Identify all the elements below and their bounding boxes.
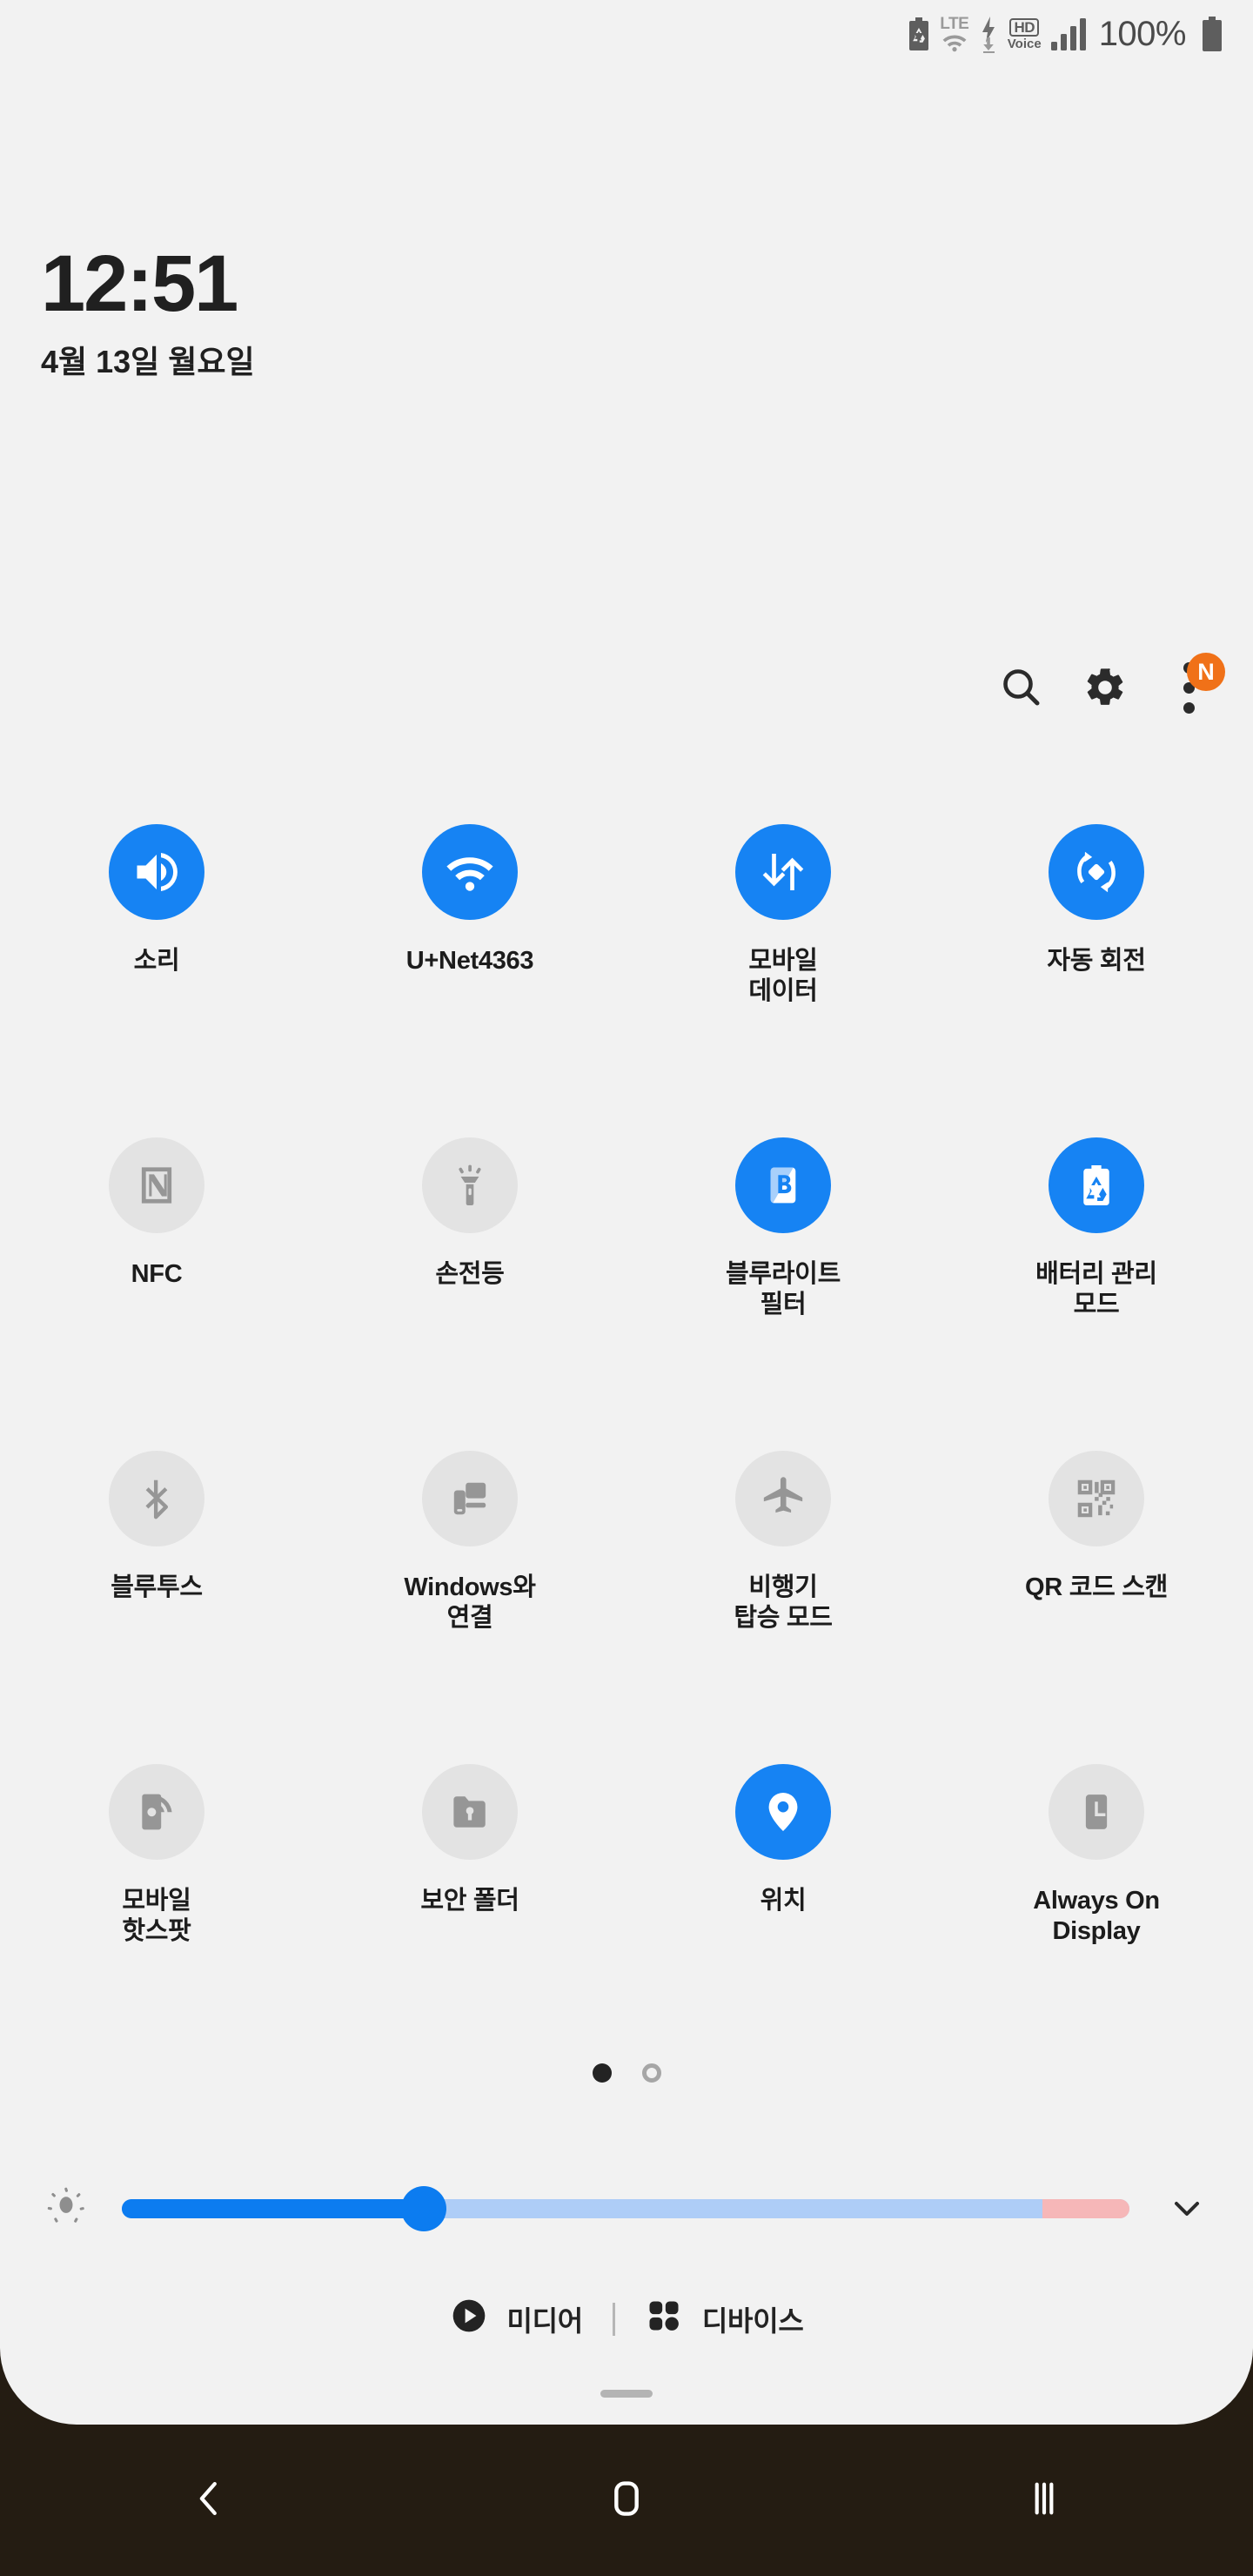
tile-nfc[interactable]: NFC xyxy=(0,1118,313,1432)
tile-blue-light-filter[interactable]: 블루라이트 필터 xyxy=(626,1118,940,1432)
tile-always-on-display[interactable]: Always On Display xyxy=(940,1745,1253,2058)
battery-recycle-icon xyxy=(908,17,930,50)
battery-recycle-icon xyxy=(1049,1137,1144,1233)
status-badge: N xyxy=(1187,653,1225,691)
chevron-down-icon xyxy=(1175,2202,1199,2216)
hotspot-icon xyxy=(109,1764,204,1860)
tile-bluetooth[interactable]: 블루투스 xyxy=(0,1432,313,1745)
brightness-sun-icon xyxy=(26,2169,106,2249)
recents-bars-icon xyxy=(1022,2477,1066,2525)
bluetooth-icon xyxy=(109,1451,204,1546)
tile-label: QR 코드 스캔 xyxy=(1025,1573,1168,1601)
tile-qr-code-scan[interactable]: QR 코드 스캔 xyxy=(940,1432,1253,1745)
secure-folder-icon xyxy=(422,1764,518,1860)
devices-label: 디바이스 xyxy=(701,2305,804,2337)
nav-recents-button[interactable] xyxy=(957,2425,1131,2576)
tile-label: 배터리 관리 모드 xyxy=(1035,1260,1157,1319)
tile-label: 보안 폴더 xyxy=(420,1887,519,1915)
tile-label: U+Net4363 xyxy=(405,947,534,975)
tile-label: 모바일 데이터 xyxy=(748,947,818,1006)
slider-high-zone xyxy=(1042,2199,1129,2218)
quick-settings-grid: 소리 U+Net4363 모바일 데이터 자동 회전 NFC 손전등 블루라이트… xyxy=(0,805,1253,2058)
settings-button[interactable] xyxy=(1063,646,1147,729)
more-options-button[interactable]: N xyxy=(1147,646,1230,729)
volume-up-icon xyxy=(109,824,204,920)
brightness-slider[interactable] xyxy=(122,2186,1129,2231)
hd-voice-icon: HD Voice xyxy=(1007,17,1042,51)
tile-label: Always On Display xyxy=(1033,1887,1160,1946)
location-pin-icon xyxy=(735,1764,831,1860)
status-bar: LTE HD Voice 100% xyxy=(0,0,1253,68)
tile-mobile-data[interactable]: 모바일 데이터 xyxy=(626,805,940,1118)
tile-label: NFC xyxy=(131,1260,183,1288)
tile-label: 블루투스 xyxy=(111,1573,203,1601)
page-dot-2[interactable] xyxy=(641,2063,661,2083)
page-indicator xyxy=(0,2063,1253,2083)
brightness-expand-button[interactable] xyxy=(1147,2169,1227,2249)
tile-label: 소리 xyxy=(133,947,180,975)
tile-auto-rotate[interactable]: 자동 회전 xyxy=(940,805,1253,1118)
wifi-icon xyxy=(422,824,518,920)
auto-rotate-icon xyxy=(1049,824,1144,920)
nav-back-button[interactable] xyxy=(122,2425,296,2576)
battery-full-icon xyxy=(1201,17,1223,51)
quick-settings-header: N xyxy=(980,646,1230,729)
phone-screen: LTE HD Voice 100% 12:51 4월 13일 월요일 N 소리 … xyxy=(0,0,1253,2576)
panel-drag-handle[interactable] xyxy=(600,2390,653,2398)
home-square-icon xyxy=(605,2477,648,2525)
tile-label: 블루라이트 필터 xyxy=(726,1260,841,1319)
battery-percent-label: 100% xyxy=(1098,14,1187,53)
search-icon xyxy=(998,664,1045,711)
mobile-data-icon xyxy=(735,824,831,920)
media-button[interactable]: 미디어 xyxy=(420,2297,613,2342)
download-arrow-icon xyxy=(979,15,998,53)
airplane-icon xyxy=(735,1451,831,1546)
blue-light-filter-icon xyxy=(735,1137,831,1233)
media-label: 미디어 xyxy=(506,2305,584,2337)
link-to-windows-icon xyxy=(422,1451,518,1546)
tile-airplane-mode[interactable]: 비행기 탑승 모드 xyxy=(626,1432,940,1745)
tile-label: 모바일 핫스팟 xyxy=(122,1887,191,1946)
nfc-icon xyxy=(109,1137,204,1233)
tile-label: 자동 회전 xyxy=(1047,947,1146,975)
qr-code-icon xyxy=(1049,1451,1144,1546)
tile-label: 손전등 xyxy=(435,1260,505,1288)
devices-button[interactable]: 디바이스 xyxy=(615,2297,834,2342)
lte-wifi-icon: LTE xyxy=(940,16,969,52)
gear-icon xyxy=(1082,665,1128,710)
clock-time: 12:51 xyxy=(41,239,238,328)
tile-flashlight[interactable]: 손전등 xyxy=(313,1118,626,1432)
clock-block[interactable]: 12:51 4월 13일 월요일 xyxy=(41,244,255,378)
tile-location[interactable]: 위치 xyxy=(626,1745,940,2058)
slider-fill xyxy=(122,2199,425,2218)
network-type-label: LTE xyxy=(940,15,969,33)
slider-thumb[interactable] xyxy=(401,2186,447,2231)
tile-mobile-hotspot[interactable]: 모바일 핫스팟 xyxy=(0,1745,313,2058)
always-on-display-icon xyxy=(1049,1764,1144,1860)
navigation-bar xyxy=(0,2425,1253,2576)
tile-label: Windows와 연결 xyxy=(404,1573,536,1633)
tile-battery-management[interactable]: 배터리 관리 모드 xyxy=(940,1118,1253,1432)
tile-sound[interactable]: 소리 xyxy=(0,805,313,1118)
four-dots-grid-icon xyxy=(645,2297,683,2342)
back-chevron-icon xyxy=(185,2475,232,2526)
media-devices-bar: 미디어 디바이스 xyxy=(0,2271,1253,2367)
tile-label: 위치 xyxy=(760,1887,807,1915)
clock-date: 4월 13일 월요일 xyxy=(41,344,255,379)
brightness-row xyxy=(0,2161,1253,2257)
signal-bars-icon xyxy=(1050,17,1086,50)
flashlight-icon xyxy=(422,1137,518,1233)
page-dot-1[interactable] xyxy=(592,2063,612,2083)
tile-wifi[interactable]: U+Net4363 xyxy=(313,805,626,1118)
play-circle-icon xyxy=(450,2297,488,2342)
search-button[interactable] xyxy=(980,646,1063,729)
tile-secure-folder[interactable]: 보안 폴더 xyxy=(313,1745,626,2058)
nav-home-button[interactable] xyxy=(539,2425,714,2576)
quick-settings-panel: LTE HD Voice 100% 12:51 4월 13일 월요일 N 소리 … xyxy=(0,0,1253,2425)
tile-link-to-windows[interactable]: Windows와 연결 xyxy=(313,1432,626,1745)
tile-label: 비행기 탑승 모드 xyxy=(734,1573,833,1633)
